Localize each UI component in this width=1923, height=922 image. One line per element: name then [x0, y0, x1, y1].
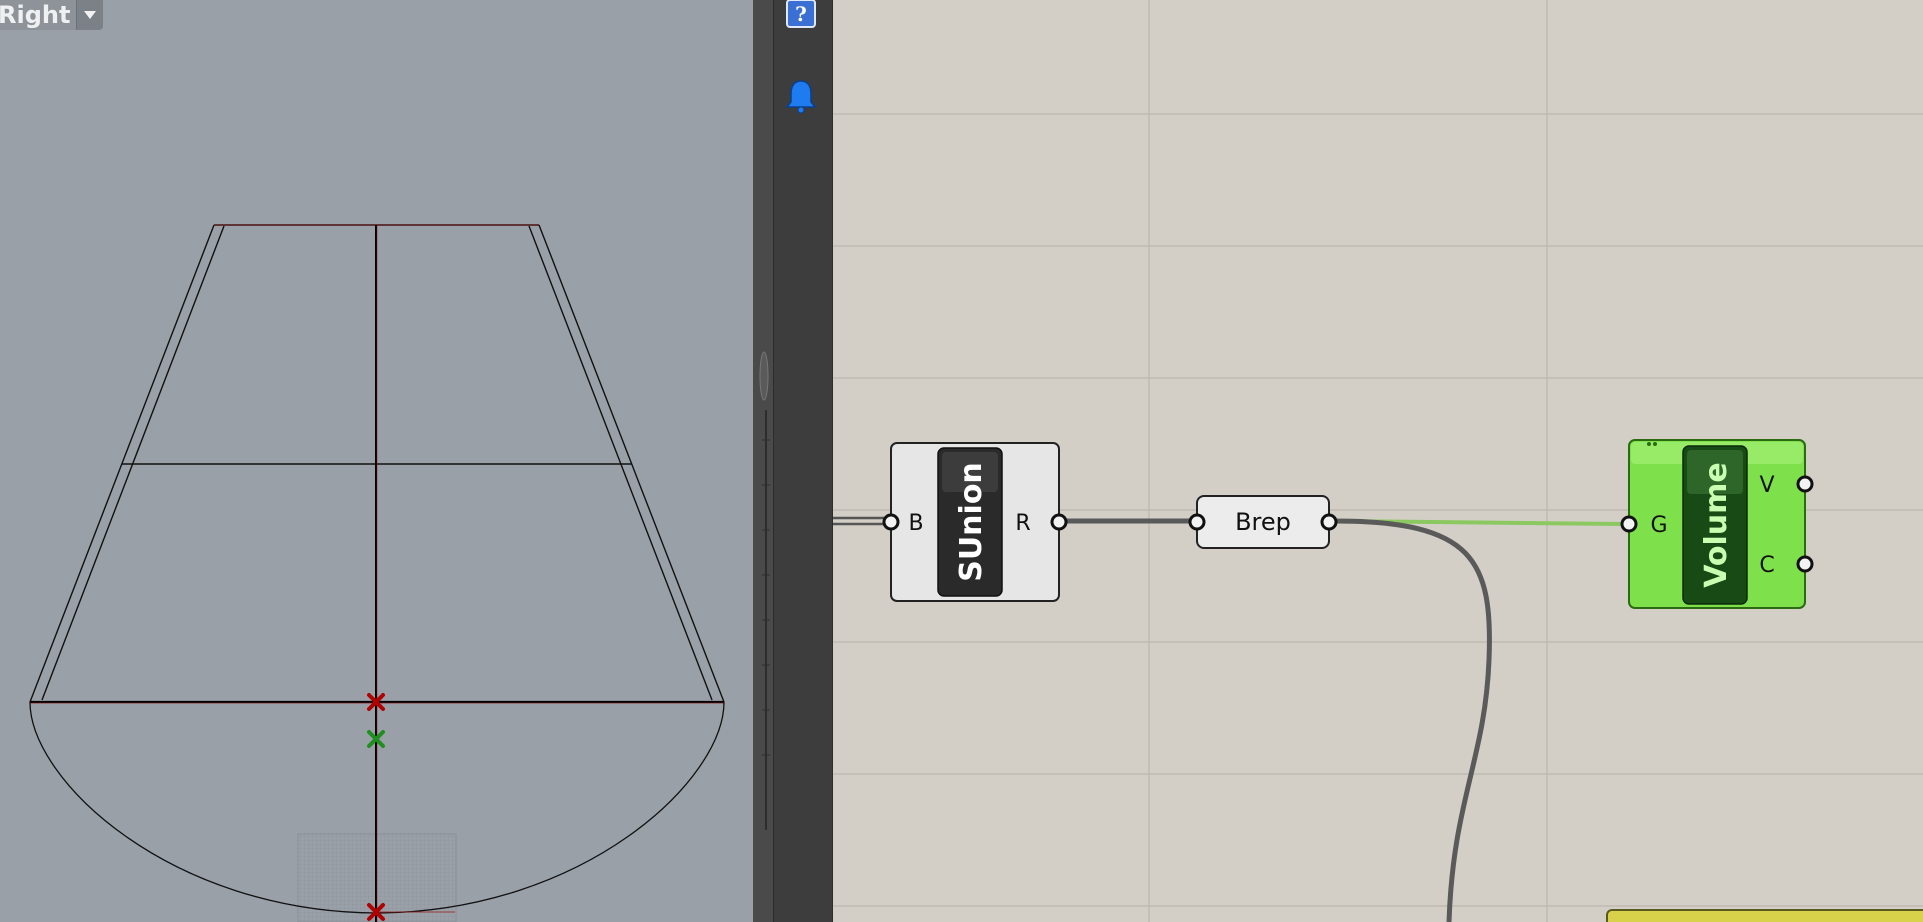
- viewport-geometry: [29, 224, 725, 922]
- sunion-name: SUnion: [954, 462, 989, 582]
- sunion-output-label: R: [1015, 511, 1030, 536]
- splitter-handle[interactable]: [759, 350, 769, 402]
- volume-output-label-c: C: [1759, 553, 1774, 578]
- sunion-output-port[interactable]: [1050, 513, 1068, 531]
- volume-input-label: G: [1650, 513, 1667, 538]
- panel-component-partial[interactable]: [1606, 909, 1923, 922]
- volume-name: Volume: [1699, 462, 1734, 587]
- wire-into-sunion[interactable]: [833, 516, 887, 526]
- rhino-viewport[interactable]: Right: [0, 0, 753, 922]
- triangle-down-icon[interactable]: [76, 0, 104, 30]
- grasshopper-canvas[interactable]: B R SUnion Brep G V C Volume: [833, 0, 1923, 922]
- wire-brep-downstream[interactable]: [1334, 518, 1492, 922]
- svg-text:?: ?: [795, 2, 807, 26]
- volume-output-label-v: V: [1759, 473, 1774, 498]
- scrollbar-ticks: [762, 410, 770, 830]
- brep-output-port[interactable]: [1320, 513, 1338, 531]
- sunion-input-label: B: [908, 511, 923, 536]
- viewport-title[interactable]: Right: [0, 0, 77, 30]
- sunion-input-port[interactable]: [882, 513, 900, 531]
- volume-input-port[interactable]: [1620, 515, 1638, 533]
- volume-output-port-c[interactable]: [1796, 555, 1814, 573]
- viewport-title-tab[interactable]: Right: [0, 0, 104, 30]
- brep-name: Brep: [1235, 508, 1291, 536]
- canvas-graph: B R SUnion Brep G V C Volume: [833, 0, 1923, 922]
- brep-input-port[interactable]: [1188, 513, 1206, 531]
- volume-output-port-v[interactable]: [1796, 475, 1814, 493]
- question-mark-icon[interactable]: ?: [786, 0, 816, 28]
- bell-icon[interactable]: [784, 78, 818, 114]
- grasshopper-side-toolbar: [773, 0, 833, 922]
